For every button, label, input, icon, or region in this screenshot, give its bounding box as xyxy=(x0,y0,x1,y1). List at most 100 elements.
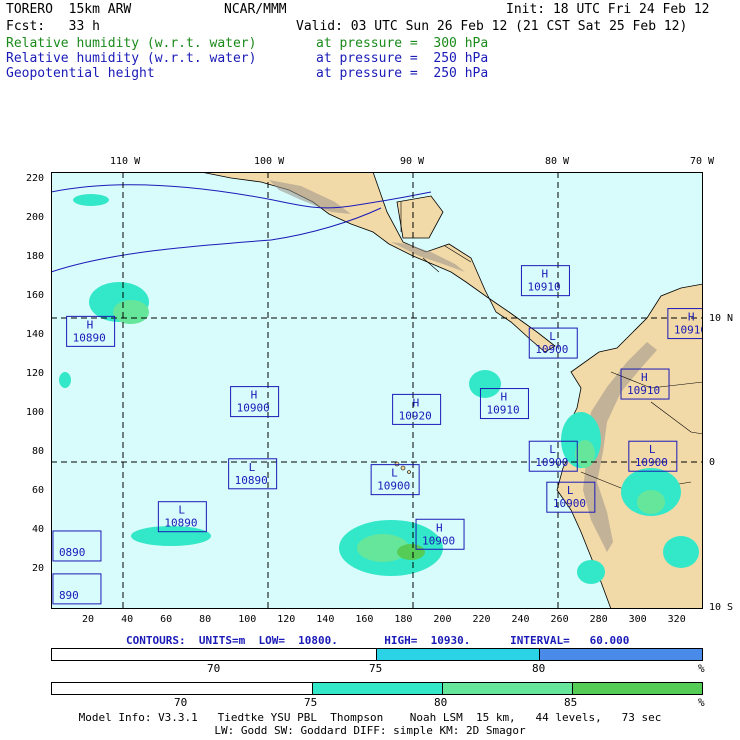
lon-label-80w: 80 W xyxy=(545,156,570,167)
colorbar-300-label-75: 75 xyxy=(304,696,318,709)
x-tick-label: 140 xyxy=(316,614,335,625)
pressure-value-label: 10900 xyxy=(237,402,270,415)
pressure-value-label: 10900 xyxy=(635,456,668,469)
y-tick-label: 160 xyxy=(26,289,45,301)
pressure-type-label: L xyxy=(567,484,574,497)
x-tick-label: 60 xyxy=(160,614,173,625)
x-tick-label: 80 xyxy=(199,614,212,625)
pressure-type-label: H xyxy=(641,371,648,384)
lat-label-10n: 10 N xyxy=(709,313,734,324)
x-tick-label: 300 xyxy=(628,614,647,625)
colorbar-250-seg-1 xyxy=(52,649,377,660)
field-2-level: at pressure = 250 hPa xyxy=(316,51,489,66)
y-tick-label: 220 xyxy=(26,172,45,184)
model-info: Model Info: V3.3.1 Tiedtke YSU PBL Thomp… xyxy=(78,711,662,724)
lon-label-90w: 90 W xyxy=(400,156,425,167)
lat-label-0: 0 xyxy=(709,457,716,468)
pressure-type-label: H xyxy=(541,268,548,281)
pressure-value-label: 10900 xyxy=(377,480,410,493)
pressure-type-label: H xyxy=(500,391,507,404)
x-tick-label: 100 xyxy=(238,614,257,625)
colorbar-300-seg-1 xyxy=(52,683,313,694)
pressure-value-label: 10900 xyxy=(422,534,455,547)
forecast-hour: Fcst: 33 h xyxy=(6,19,100,34)
colorbar-300-label-pct: % xyxy=(698,696,705,709)
x-tick-label: 320 xyxy=(667,614,686,625)
colorbar-250-label-70: 70 xyxy=(207,662,221,675)
lon-label-100w: 100 W xyxy=(254,156,285,167)
pressure-value-label: 10900 xyxy=(553,497,586,510)
pressure-value-label: 10920 xyxy=(399,409,432,422)
lon-label-110w: 110 W xyxy=(110,156,141,167)
field-1-name: Relative humidity (w.r.t. water) xyxy=(6,36,257,51)
pressure-value-label: 10890 xyxy=(164,517,197,530)
colorbar-250hpa xyxy=(51,648,703,661)
colorbar-300-label-85: 85 xyxy=(564,696,578,709)
pressure-type-label: L xyxy=(391,467,398,480)
x-tick-label: 20 xyxy=(82,614,95,625)
colorbar-300-label-80: 80 xyxy=(434,696,448,709)
pressure-value-label: 10890 xyxy=(73,331,106,344)
init-time: Init: 18 UTC Fri 24 Feb 12 xyxy=(506,2,710,17)
pressure-value-label: 10910 xyxy=(627,384,660,397)
pressure-type-label: H xyxy=(413,396,420,409)
x-tick-label: 280 xyxy=(589,614,608,625)
pressure-type-label: L xyxy=(549,330,556,343)
y-tick-label: 40 xyxy=(32,523,45,535)
pressure-type-label: L xyxy=(178,504,185,517)
x-tick-label: 200 xyxy=(433,614,452,625)
contours-info: CONTOURS: UNITS=m LOW= 10800. HIGH= 1093… xyxy=(126,634,630,647)
pressure-value-label: 10890 xyxy=(235,474,268,487)
pressure-type-label: H xyxy=(436,521,443,534)
field-2-name: Relative humidity (w.r.t. water) xyxy=(6,51,257,66)
land-galapagos-1 xyxy=(394,461,400,467)
y-tick-label: 100 xyxy=(26,406,45,418)
colorbar-300-seg-3 xyxy=(443,683,573,694)
pressure-type-label: L xyxy=(249,461,256,474)
pressure-type-label: H xyxy=(688,311,695,324)
x-tick-label: 220 xyxy=(472,614,491,625)
land-galapagos-2 xyxy=(400,465,406,471)
pressure-type-label: H xyxy=(251,389,258,402)
pressure-type-label: L xyxy=(649,443,656,456)
y-tick-label: 140 xyxy=(26,328,45,340)
x-tick-label: 120 xyxy=(277,614,296,625)
physics-info: LW: Godd SW: Goddard DIFF: simple KM: 2D… xyxy=(214,724,526,737)
land-galapagos-3 xyxy=(407,470,411,474)
y-tick-label: 60 xyxy=(32,484,45,496)
organization: NCAR/MMM xyxy=(224,2,287,17)
map-panel: H10910H10890L10900H10910H10910H10900H109… xyxy=(50,171,717,610)
x-tick-label: 180 xyxy=(394,614,413,625)
pressure-value-label: 10910 xyxy=(486,404,519,417)
x-tick-label: 160 xyxy=(355,614,374,625)
x-tick-label: 240 xyxy=(511,614,530,625)
colorbar-250-label-80: 80 xyxy=(532,662,546,675)
y-tick-label: 80 xyxy=(32,445,45,457)
x-tick-label: 260 xyxy=(550,614,569,625)
field-3-level: at pressure = 250 hPa xyxy=(316,66,489,81)
colorbar-300-seg-2 xyxy=(313,683,443,694)
pressure-value-label: 890 xyxy=(59,589,79,602)
pressure-value-label: 10900 xyxy=(535,456,568,469)
colorbar-300hpa xyxy=(51,682,703,695)
pressure-value-label: 10910 xyxy=(527,281,560,294)
field-3-name: Geopotential height xyxy=(6,66,155,81)
lon-label-70w: 70 W xyxy=(690,156,715,167)
colorbar-250-seg-3 xyxy=(539,649,702,660)
colorbar-300-seg-4 xyxy=(573,683,702,694)
pressure-value-label: 10910 xyxy=(674,324,703,337)
colorbar-250-seg-2 xyxy=(377,649,540,660)
model-name: TORERO 15km ARW xyxy=(6,2,132,17)
colorbar-250-label-75: 75 xyxy=(369,662,383,675)
x-tick-label: 40 xyxy=(121,614,134,625)
y-tick-label: 200 xyxy=(26,211,45,223)
colorbar-300-label-70: 70 xyxy=(174,696,188,709)
pressure-type-label: H xyxy=(87,318,94,331)
pressure-value-label: 10900 xyxy=(535,343,568,356)
map-canvas: H10910H10890L10900H10910H10910H10900H109… xyxy=(50,171,717,610)
colorbar-250-label-pct: % xyxy=(698,662,705,675)
y-tick-label: 180 xyxy=(26,250,45,262)
pressure-value-label: 0890 xyxy=(59,546,86,559)
valid-time: Valid: 03 UTC Sun 26 Feb 12 (21 CST Sat … xyxy=(296,19,688,34)
pressure-type-label: L xyxy=(549,443,556,456)
